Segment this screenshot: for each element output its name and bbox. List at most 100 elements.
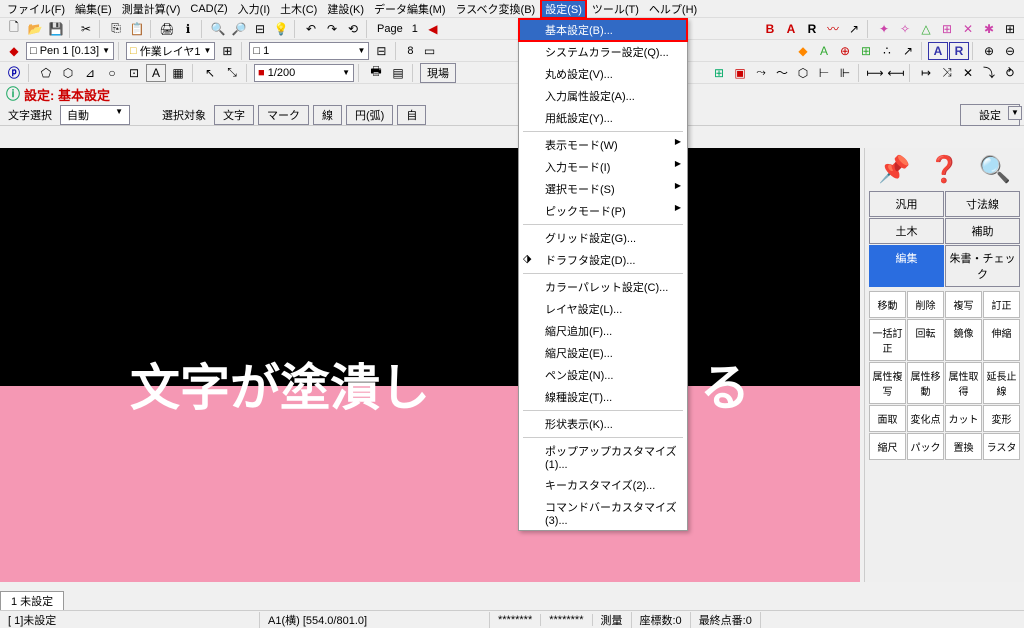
drawing-canvas[interactable]: 文字が塗潰しる <box>0 148 860 582</box>
zigzag-icon[interactable]: 〰 <box>823 20 843 38</box>
dec-icon[interactable]: ⊖ <box>1000 42 1020 60</box>
num-combo[interactable]: □ 1▼ <box>249 42 369 60</box>
shape5-icon[interactable]: ⊡ <box>124 64 144 82</box>
shape4-icon[interactable]: ○ <box>102 64 122 82</box>
shape2-icon[interactable]: ⬡ <box>58 64 78 82</box>
tool-属性複写[interactable]: 属性複写 <box>869 362 906 404</box>
tool-訂正[interactable]: 訂正 <box>983 291 1020 318</box>
tool-カット[interactable]: カット <box>945 405 982 432</box>
tool-変化点[interactable]: 変化点 <box>907 405 944 432</box>
tool-パック[interactable]: パック <box>907 433 944 460</box>
inc-icon[interactable]: ⊕ <box>979 42 999 60</box>
tool-複写[interactable]: 複写 <box>945 291 982 318</box>
ext3-icon[interactable]: ✕ <box>958 64 978 82</box>
pink4-icon[interactable]: ✕ <box>958 20 978 38</box>
measure-icon[interactable]: ⊩ <box>835 64 855 82</box>
side-tab-土木[interactable]: 土木 <box>869 218 944 244</box>
layer-manage-icon[interactable]: ⊞ <box>217 42 237 60</box>
pointer2-icon[interactable]: ⤡ <box>222 64 242 82</box>
menu-kensetu[interactable]: 建設(K) <box>322 0 369 19</box>
box-r-icon[interactable]: R <box>949 42 969 60</box>
pink5-icon[interactable]: ✱ <box>979 20 999 38</box>
tool-移動[interactable]: 移動 <box>869 291 906 318</box>
moji-button[interactable]: 文字 <box>214 105 254 125</box>
tool-属性移動[interactable]: 属性移動 <box>907 362 944 404</box>
menu-file[interactable]: ファイル(F) <box>2 0 70 19</box>
menu-rasvec[interactable]: ラスベク変換(B) <box>451 0 541 19</box>
diamond-icon[interactable]: ◆ <box>4 42 24 60</box>
menu-cad[interactable]: CAD(Z) <box>185 1 232 17</box>
red-s-icon[interactable]: ▣ <box>730 64 750 82</box>
cut-icon[interactable]: ✂ <box>76 20 96 38</box>
layers-icon[interactable]: ▤ <box>388 64 408 82</box>
type-r-icon[interactable]: R <box>802 20 822 38</box>
zoom-out-icon[interactable]: ⊟ <box>250 20 270 38</box>
tool-縮尺[interactable]: 縮尺 <box>869 433 906 460</box>
copy-icon[interactable]: ⎘ <box>106 20 126 38</box>
menu-item-0[interactable]: 基本設定(B)... <box>519 19 687 41</box>
menu-item-23[interactable]: ポップアップカスタマイズ(1)... <box>519 440 687 474</box>
menu-dataedit[interactable]: データ編集(M) <box>369 0 451 19</box>
history-icon[interactable]: ⟲ <box>343 20 363 38</box>
new-icon[interactable]: 🗋 <box>4 20 24 38</box>
gx-icon[interactable]: ⊞ <box>709 64 729 82</box>
type-a-icon[interactable]: A <box>781 20 801 38</box>
ext2-icon[interactable]: ⤨ <box>937 64 957 82</box>
green-a-icon[interactable]: A <box>814 42 834 60</box>
tool-伸縮[interactable]: 伸縮 <box>983 319 1020 361</box>
tool-属性取得[interactable]: 属性取得 <box>945 362 982 404</box>
grid-icon[interactable]: ⊞ <box>1000 20 1020 38</box>
table-icon[interactable]: ⊞ <box>937 20 957 38</box>
ext4-icon[interactable]: ⤵ <box>979 64 999 82</box>
page-prev-icon[interactable]: ◀ <box>423 20 443 38</box>
paste-icon[interactable]: 📋 <box>127 20 147 38</box>
pin-icon[interactable]: 📌 <box>878 154 910 185</box>
dim1-icon[interactable]: ⟼ <box>865 64 885 82</box>
tool-鏡像[interactable]: 鏡像 <box>945 319 982 361</box>
side-tab-汎用[interactable]: 汎用 <box>869 191 944 217</box>
print2-icon[interactable]: 🖶 <box>366 64 386 82</box>
menu-input[interactable]: 入力(I) <box>233 0 275 19</box>
menu-item-18[interactable]: ペン設定(N)... <box>519 364 687 386</box>
mark-button[interactable]: マーク <box>258 105 309 125</box>
menu-item-14[interactable]: カラーパレット設定(C)... <box>519 276 687 298</box>
tool-一括訂正[interactable]: 一括訂正 <box>869 319 906 361</box>
arrow-icon[interactable]: ↗ <box>844 20 864 38</box>
dim2-icon[interactable]: ⟻ <box>886 64 906 82</box>
tool-ラスタ[interactable]: ラスタ <box>983 433 1020 460</box>
menu-item-2[interactable]: 丸め設定(V)... <box>519 63 687 85</box>
menu-item-7[interactable]: 入力モード(I) <box>519 156 687 178</box>
pointer-icon[interactable]: ↖ <box>200 64 220 82</box>
ext1-icon[interactable]: ↦ <box>916 64 936 82</box>
menu-item-21[interactable]: 形状表示(K)... <box>519 413 687 435</box>
bulb-icon[interactable]: 💡 <box>271 20 291 38</box>
wavy-icon[interactable]: 〜 <box>772 64 792 82</box>
question-icon[interactable]: ❓ <box>928 154 960 185</box>
menu-doboku[interactable]: 土木(C) <box>275 0 322 19</box>
menu-item-12[interactable]: ドラフタ設定(D)...⬗ <box>519 249 687 271</box>
menu-item-17[interactable]: 縮尺設定(E)... <box>519 342 687 364</box>
red-bold-icon[interactable]: B <box>760 20 780 38</box>
save-icon[interactable]: 💾 <box>46 20 66 38</box>
menu-item-25[interactable]: コマンドバーカスタマイズ(3)... <box>519 496 687 530</box>
pink3-icon[interactable]: △ <box>916 20 936 38</box>
zoom-in-icon[interactable]: 🔎 <box>229 20 249 38</box>
menu-settings[interactable]: 設定(S) <box>540 0 587 19</box>
menu-item-4[interactable]: 用紙設定(Y)... <box>519 107 687 129</box>
auto-select[interactable]: 自動 ▼ <box>60 105 130 125</box>
side-tab-朱書・チェック[interactable]: 朱書・チェック <box>945 245 1020 287</box>
tool-回転[interactable]: 回転 <box>907 319 944 361</box>
info-icon[interactable]: ⓟ <box>4 64 24 82</box>
print-icon[interactable]: 🖨 <box>157 20 177 38</box>
menu-edit[interactable]: 編集(E) <box>70 0 117 19</box>
site-button[interactable]: 現場 <box>420 63 456 83</box>
redo-icon[interactable]: ↷ <box>322 20 342 38</box>
open-icon[interactable]: 📂 <box>25 20 45 38</box>
menu-item-8[interactable]: 選択モード(S) <box>519 178 687 200</box>
text-a-icon[interactable]: A <box>146 64 166 82</box>
tool-削除[interactable]: 削除 <box>907 291 944 318</box>
menu-item-19[interactable]: 線種設定(T)... <box>519 386 687 408</box>
free-button[interactable]: 自 <box>397 105 426 125</box>
menu-item-16[interactable]: 縮尺追加(F)... <box>519 320 687 342</box>
arc-button[interactable]: 円(弧) <box>346 105 393 125</box>
